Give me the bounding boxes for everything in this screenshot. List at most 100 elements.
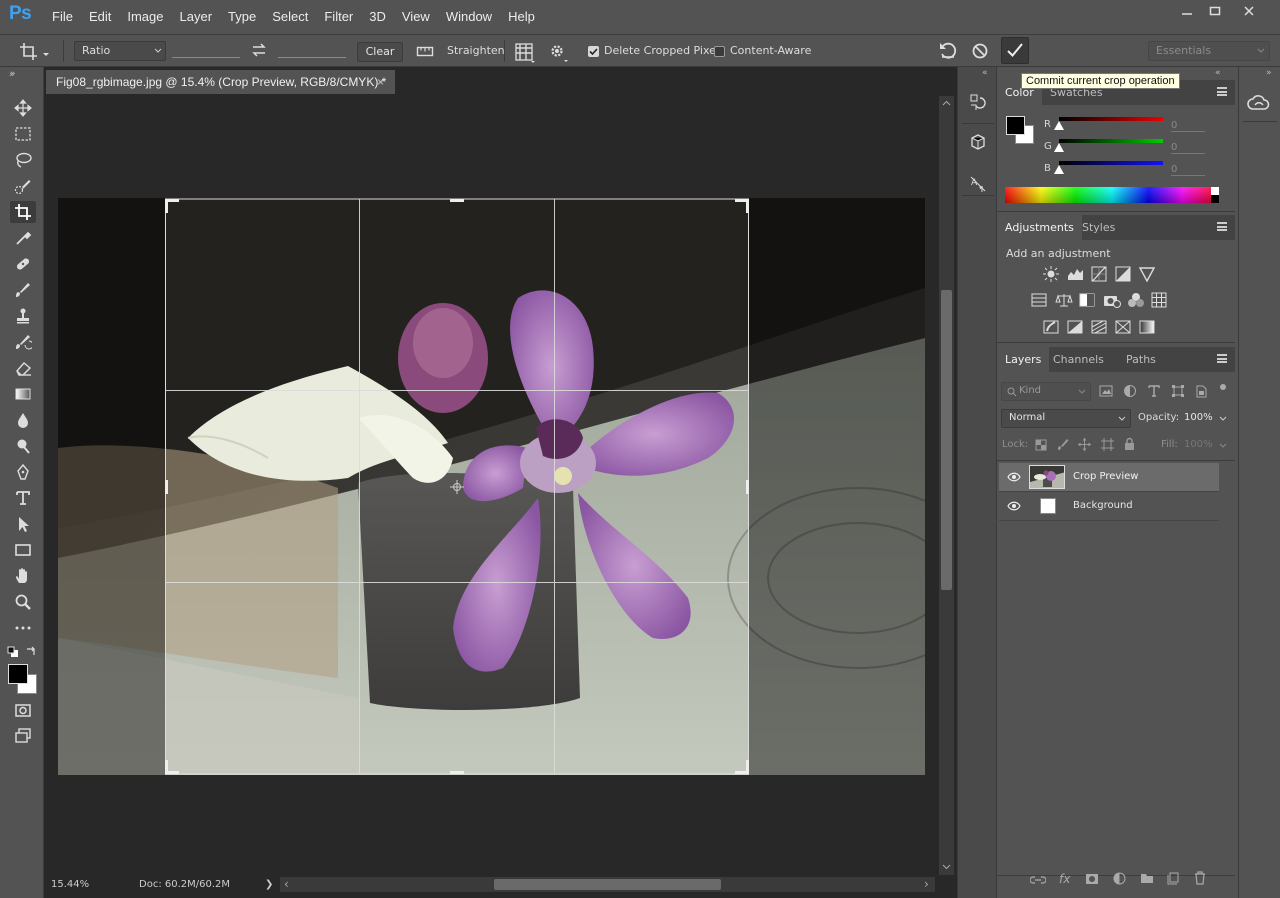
lock-paint-icon[interactable]	[1057, 438, 1069, 451]
history-brush-tool-icon[interactable]	[10, 331, 36, 353]
history-panel-icon[interactable]	[967, 91, 989, 113]
menu-3d[interactable]: 3D	[361, 0, 394, 34]
tab-layers[interactable]: Layers	[997, 347, 1050, 372]
gradient-tool-icon[interactable]	[10, 383, 36, 405]
lasso-tool-icon[interactable]	[10, 149, 36, 171]
levels-icon[interactable]	[1067, 266, 1085, 282]
commit-crop-button[interactable]	[1001, 37, 1029, 64]
tab-channels[interactable]: Channels	[1045, 347, 1112, 372]
overlay-grid-icon[interactable]	[513, 41, 535, 63]
marquee-tool-icon[interactable]	[10, 123, 36, 145]
scroll-left-icon[interactable]: ‹	[284, 877, 289, 891]
red-value-field[interactable]: 0	[1171, 118, 1205, 132]
swap-icon[interactable]	[250, 41, 268, 59]
cancel-crop-icon[interactable]	[969, 40, 991, 62]
posterize-icon[interactable]	[1067, 319, 1083, 335]
quick-mask-icon[interactable]	[10, 699, 36, 721]
visibility-eye-icon[interactable]	[1007, 501, 1021, 511]
lock-artboard-icon[interactable]	[1101, 438, 1114, 451]
document-tab[interactable]: Fig08_rgbimage.jpg @ 15.4% (Crop Preview…	[46, 70, 395, 94]
maximize-icon[interactable]	[1198, 0, 1232, 22]
green-value-field[interactable]: 0	[1171, 140, 1205, 154]
collapse-arrows-icon[interactable]: »	[1266, 68, 1272, 78]
content-aware-checkbox[interactable]	[714, 46, 725, 57]
image-canvas[interactable]	[58, 198, 925, 775]
layer-filter-select[interactable]: Kind	[1001, 382, 1091, 401]
move-tool-icon[interactable]	[10, 97, 36, 119]
color-balance-icon[interactable]	[1055, 292, 1073, 308]
dodge-tool-icon[interactable]	[10, 435, 36, 457]
filter-shape-icon[interactable]	[1171, 384, 1185, 398]
color-spectrum[interactable]	[1005, 187, 1219, 203]
add-mask-icon[interactable]	[1085, 873, 1099, 885]
rectangle-tool-icon[interactable]	[10, 539, 36, 561]
ratio-width-field[interactable]	[172, 57, 240, 58]
menu-filter[interactable]: Filter	[316, 0, 361, 34]
doc-size-info[interactable]: Doc: 60.2M/60.2M	[139, 879, 230, 890]
workspace-select[interactable]: Essentials	[1148, 41, 1270, 61]
blue-slider-track[interactable]	[1059, 161, 1163, 165]
channel-mixer-icon[interactable]	[1127, 292, 1145, 308]
eyedropper-tool-icon[interactable]	[10, 227, 36, 249]
menu-image[interactable]: Image	[119, 0, 171, 34]
healing-brush-tool-icon[interactable]	[10, 253, 36, 275]
close-window-icon[interactable]	[1232, 0, 1266, 22]
layer-row[interactable]: Crop Preview	[999, 463, 1219, 492]
menu-view[interactable]: View	[394, 0, 438, 34]
fill-field[interactable]: 100%	[1181, 436, 1229, 455]
new-group-icon[interactable]	[1140, 872, 1154, 884]
tab-adjustments[interactable]: Adjustments	[997, 215, 1082, 240]
color-lookup-icon[interactable]	[1151, 292, 1167, 308]
pen-tool-icon[interactable]	[10, 461, 36, 483]
menu-file[interactable]: File	[44, 0, 81, 34]
clear-button[interactable]: Clear	[357, 42, 403, 62]
panel-menu-icon[interactable]	[1217, 354, 1227, 363]
delete-cropped-checkbox[interactable]	[588, 46, 599, 57]
fx-icon[interactable]: fx	[1059, 872, 1070, 886]
panel-menu-icon[interactable]	[1217, 87, 1227, 96]
zoom-level[interactable]: 15.44%	[51, 879, 89, 890]
vertical-scrollbar[interactable]	[939, 96, 954, 875]
brightness-icon[interactable]	[1043, 266, 1059, 282]
3d-panel-icon[interactable]	[967, 131, 989, 153]
lock-transparent-icon[interactable]	[1035, 439, 1047, 451]
threshold-icon[interactable]	[1091, 319, 1107, 335]
menu-type[interactable]: Type	[220, 0, 264, 34]
screen-mode-icon[interactable]	[10, 725, 36, 747]
foreground-color-swatch[interactable]	[1006, 116, 1025, 135]
green-slider-track[interactable]	[1059, 139, 1163, 143]
eraser-tool-icon[interactable]	[10, 357, 36, 379]
layer-row[interactable]: Background	[999, 492, 1219, 521]
default-colors-icon[interactable]	[7, 646, 19, 658]
vertical-scroll-thumb[interactable]	[941, 290, 952, 590]
tab-paths[interactable]: Paths	[1118, 347, 1164, 372]
hand-tool-icon[interactable]	[10, 565, 36, 587]
straighten-icon[interactable]	[416, 43, 434, 59]
close-tab-icon[interactable]: ×	[377, 70, 384, 94]
selective-color-icon[interactable]	[1115, 319, 1131, 335]
crop-tool-preset-icon[interactable]	[10, 39, 50, 63]
blue-slider-handle[interactable]	[1054, 165, 1064, 174]
exposure-icon[interactable]	[1115, 266, 1131, 282]
invert-icon[interactable]	[1043, 319, 1059, 335]
scroll-down-icon[interactable]	[942, 864, 951, 870]
photo-filter-icon[interactable]	[1103, 292, 1121, 308]
ratio-select[interactable]: Ratio	[74, 41, 166, 61]
filter-toggle[interactable]	[1220, 384, 1226, 398]
panel-menu-icon[interactable]	[1217, 222, 1227, 231]
menu-select[interactable]: Select	[264, 0, 316, 34]
hue-saturation-icon[interactable]	[1031, 292, 1047, 308]
straighten-label[interactable]: Straighten	[447, 41, 505, 61]
vibrance-icon[interactable]	[1139, 266, 1155, 282]
menu-help[interactable]: Help	[500, 0, 543, 34]
filter-pixel-icon[interactable]	[1099, 385, 1113, 397]
type-tool-icon[interactable]	[10, 487, 36, 509]
lock-position-icon[interactable]	[1078, 438, 1091, 451]
link-layers-icon[interactable]	[1030, 874, 1046, 886]
curves-icon[interactable]	[1091, 266, 1107, 282]
menu-layer[interactable]: Layer	[172, 0, 221, 34]
menu-edit[interactable]: Edit	[81, 0, 119, 34]
red-slider-handle[interactable]	[1054, 121, 1064, 130]
crop-tool-icon[interactable]	[10, 201, 36, 223]
swap-colors-icon[interactable]	[25, 645, 37, 657]
